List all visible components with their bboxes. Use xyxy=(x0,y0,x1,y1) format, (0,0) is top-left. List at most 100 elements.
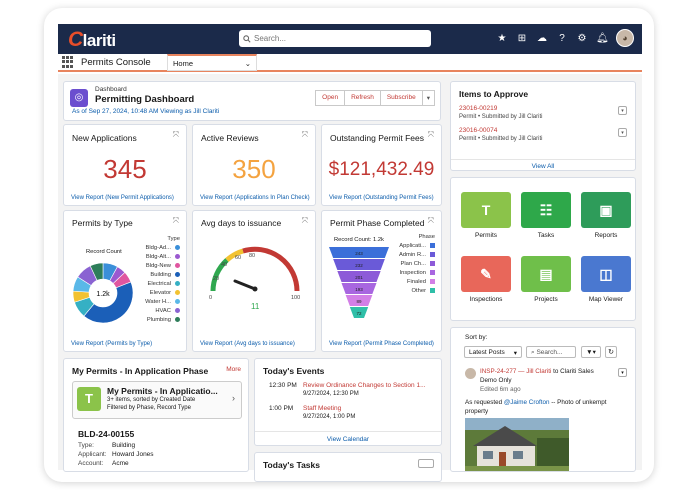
tile-tasks[interactable]: ☷ Tasks xyxy=(521,192,571,239)
chevron-down-icon[interactable]: ▾ xyxy=(618,368,627,377)
expand-icon[interactable]: ⤧ xyxy=(302,130,308,140)
phase-legend: Phase Applicati... Admin R... Plan Ch... In… xyxy=(385,233,435,295)
legend-item[interactable]: Plumbing xyxy=(130,315,180,324)
filter-button[interactable]: ▼▾ xyxy=(581,346,601,358)
legend-item[interactable]: Bldg-Alt... xyxy=(130,252,180,261)
view-report-link[interactable]: View Report (New Permit Applications) xyxy=(71,195,174,201)
chevron-down-icon[interactable]: ▾ xyxy=(618,106,627,115)
funnel-label: 193 xyxy=(355,287,363,292)
dashboard-header: ◎ Dashboard Permitting Dashboard As of S… xyxy=(63,81,441,121)
funnel-label: 72 xyxy=(356,311,362,316)
my-permits-card: My Permits - In Application Phase More T… xyxy=(63,358,249,472)
legend-item[interactable]: Bldg-New xyxy=(130,261,180,270)
items-to-approve: Items to Approve 23016-00219 Permit • Su… xyxy=(450,81,636,171)
feed-search-input[interactable]: ⌕ Search... xyxy=(526,346,576,358)
legend-item[interactable]: HVAC xyxy=(130,306,180,315)
gauge-min: 0 xyxy=(209,295,212,301)
list-view-link[interactable]: T My Permits - In Applicatio... 3+ items… xyxy=(72,381,242,419)
tile-icon: ▣ xyxy=(581,192,631,228)
subscribe-button[interactable]: Subscribe xyxy=(379,90,423,106)
chart-avg-days: Avg days to issuance ⤧ 0 100 20 40 60 80… xyxy=(192,210,316,352)
gear-icon[interactable]: ⚙ xyxy=(576,33,588,44)
event-item[interactable]: 1:00 PM Staff Meeting 9/27/2024, 1:00 PM xyxy=(269,405,355,420)
legend-item[interactable]: Finaled xyxy=(385,277,435,286)
chatter-feed: Sort by: Latest Posts ▾ ⌕ Search... ▼▾ ↻ … xyxy=(450,327,636,472)
view-report-link[interactable]: View Report (Permit Phase Completed) xyxy=(329,341,434,347)
avatar[interactable] xyxy=(465,368,476,379)
legend-item[interactable]: Bldg-Ad... xyxy=(130,243,180,252)
tile-reports[interactable]: ▣ Reports xyxy=(581,192,631,239)
funnel-chart[interactable]: 243 232 201 193 89 72 xyxy=(328,247,390,323)
refresh-button[interactable]: Refresh xyxy=(344,90,381,106)
legend-item[interactable]: Other xyxy=(385,286,435,295)
app-launcher-icon[interactable] xyxy=(62,56,74,68)
more-actions-chevron-icon[interactable]: ▾ xyxy=(421,90,435,106)
kpi-new-applications: New Applications ⤧ 345 View Report (New … xyxy=(63,124,187,206)
tile-icon: ▤ xyxy=(521,256,571,292)
add-icon[interactable]: ⊞ xyxy=(516,33,528,44)
house-photo[interactable] xyxy=(465,418,569,472)
legend-item[interactable]: Admin R... xyxy=(385,250,435,259)
feed-post-header: INSP-24-277 — Jill Clariti to Clariti Sa… xyxy=(480,368,594,393)
expand-icon[interactable]: ⤧ xyxy=(173,216,179,226)
bell-icon[interactable]: 🔔︎ xyxy=(596,33,609,44)
more-link[interactable]: More xyxy=(226,366,241,373)
approval-item[interactable]: 23016-00074 Permit • Submitted by Jill C… xyxy=(459,127,542,142)
legend-item[interactable]: Water H... xyxy=(130,297,180,306)
approval-item[interactable]: 23016-00219 Permit • Submitted by Jill C… xyxy=(459,105,542,120)
legend-item[interactable]: Elevator xyxy=(130,288,180,297)
app-frame: Clariti ★ ⊞ ☁ ? ⚙ 🔔︎ ◕ Permits Console H… xyxy=(44,8,654,482)
kpi-value: 345 xyxy=(103,154,147,184)
legend-item[interactable]: Electrical xyxy=(130,279,180,288)
donut-chart[interactable]: 1.2k xyxy=(69,259,137,327)
refresh-feed-button[interactable]: ↻ xyxy=(605,346,617,358)
view-all-link[interactable]: View All xyxy=(451,159,635,170)
chart-permits-by-type: Permits by Type ⤧ Record Count 1.2k Type… xyxy=(63,210,187,352)
chevron-down-icon[interactable]: ⌄ xyxy=(245,59,251,68)
view-report-link[interactable]: View Report (Permits by Type) xyxy=(71,341,152,347)
donut-center-label: 1.2k xyxy=(96,291,110,298)
legend-item[interactable]: Inspection xyxy=(385,268,435,277)
as-of-text: As of Sep 27, 2024, 10:48 AM Viewing as … xyxy=(72,108,220,115)
legend-item[interactable]: Applicati... xyxy=(385,241,435,250)
help-icon[interactable]: ? xyxy=(556,33,568,44)
tile-projects[interactable]: ▤ Projects xyxy=(521,256,571,303)
view-report-link[interactable]: View Report (Avg days to issuance) xyxy=(200,341,295,347)
expand-icon[interactable]: ⤧ xyxy=(173,130,179,140)
kpi-value: $121,432.49 xyxy=(328,159,435,180)
tab-home[interactable]: Home ⌄ xyxy=(167,54,257,71)
view-report-link[interactable]: View Report (Applications In Plan Check) xyxy=(200,195,310,201)
todays-tasks: Today's Tasks xyxy=(254,452,442,482)
favorites-star-icon[interactable]: ★ xyxy=(496,33,508,44)
gauge-chart[interactable]: 0 100 20 40 60 80 11 xyxy=(199,233,311,315)
chevron-down-icon[interactable]: ▾ xyxy=(618,128,627,137)
global-search-input[interactable] xyxy=(254,34,424,43)
sort-select[interactable]: Latest Posts ▾ xyxy=(464,346,522,358)
view-report-link[interactable]: View Report (Outstanding Permit Fees) xyxy=(329,195,434,201)
legend-item[interactable]: Building xyxy=(130,270,180,279)
gauge-value: 11 xyxy=(251,302,260,311)
user-avatar[interactable]: ◕ xyxy=(616,29,634,47)
setup-assistant-icon[interactable]: ☁ xyxy=(536,33,548,44)
expand-icon[interactable]: ⤧ xyxy=(428,216,434,226)
page-title: Permitting Dashboard xyxy=(95,94,195,105)
event-item[interactable]: 12:30 PM Review Ordinance Changes to Sect… xyxy=(269,382,425,397)
gauge-tick: 80 xyxy=(249,253,255,259)
app-nav-bar: Permits Console Home ⌄ xyxy=(58,54,642,72)
record-fields: Type: Building Applicant: Howard Jones Acc… xyxy=(78,442,154,467)
clariti-logo[interactable]: Clariti xyxy=(68,28,116,52)
tile-permits[interactable]: T Permits xyxy=(461,192,511,239)
view-calendar-link[interactable]: View Calendar xyxy=(255,431,441,443)
open-button[interactable]: Open xyxy=(315,90,346,106)
record-title[interactable]: BLD-24-00155 xyxy=(78,429,134,439)
tasks-dropdown[interactable] xyxy=(418,459,434,468)
expand-icon[interactable]: ⤧ xyxy=(428,130,434,140)
funnel-label: 201 xyxy=(355,275,363,280)
legend-item[interactable]: Plan Ch... xyxy=(385,259,435,268)
gauge-max: 100 xyxy=(291,295,300,301)
todays-events: Today's Events 12:30 PM Review Ordinance … xyxy=(254,358,442,446)
global-search[interactable] xyxy=(239,30,431,47)
tile-map-viewer[interactable]: ◫ Map Viewer xyxy=(581,256,631,303)
expand-icon[interactable]: ⤧ xyxy=(302,216,308,226)
tile-inspections[interactable]: ✎ Inspections xyxy=(461,256,511,303)
